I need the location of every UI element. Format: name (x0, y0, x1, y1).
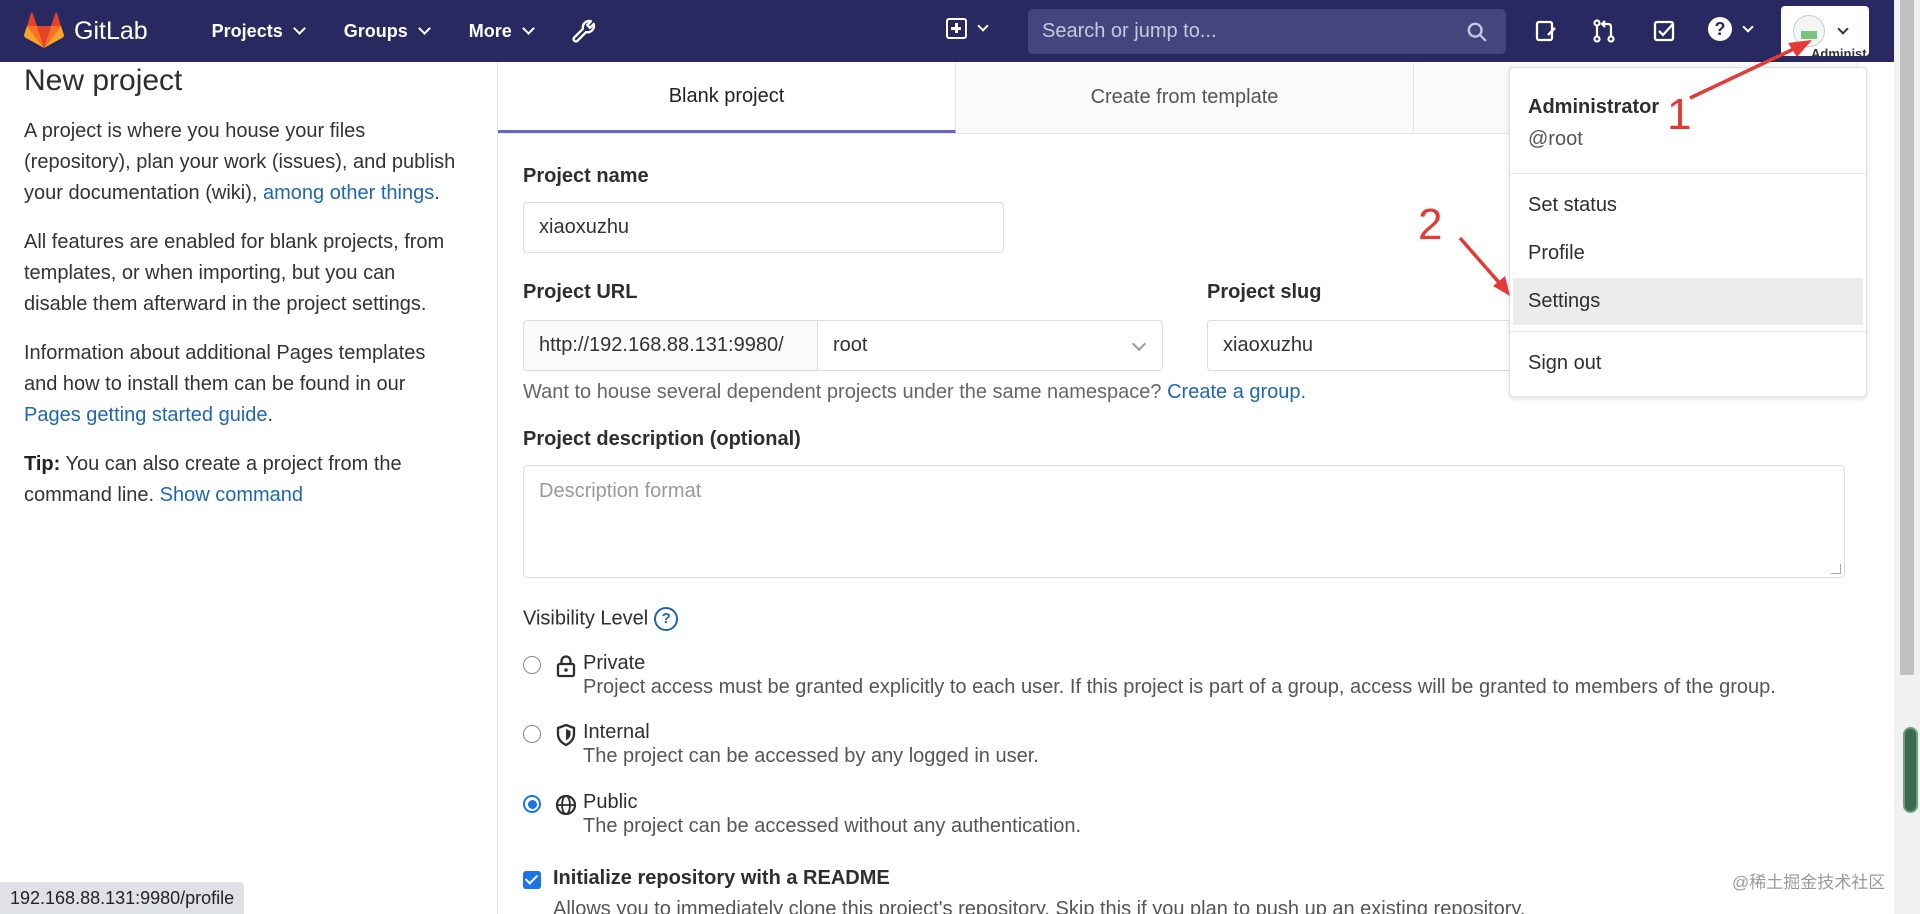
readme-label: Initialize repository with a README (553, 867, 890, 889)
group-hint: Want to house several dependent projects… (523, 381, 1306, 404)
status-bar: 192.168.88.131:9980/profile (0, 882, 245, 914)
project-url-label: Project URL (523, 281, 638, 303)
search-placeholder: Search or jump to... (1042, 20, 1217, 42)
page-title: New project (24, 64, 183, 97)
internal-title: Internal (583, 721, 650, 743)
chevron-down-icon (977, 20, 989, 32)
merge-requests-icon[interactable] (1592, 19, 1616, 43)
issues-icon[interactable] (1534, 19, 1558, 43)
public-title: Public (583, 791, 638, 813)
scroll-widget[interactable] (1903, 727, 1918, 813)
public-description: The project can be accessed without any … (583, 815, 1082, 837)
pages-end: . (267, 404, 274, 426)
internal-description: The project can be accessed by any logge… (583, 745, 1039, 767)
private-description: Project access must be granted explicitl… (583, 676, 1776, 698)
plus-square-icon (946, 18, 967, 39)
user-menu-button[interactable]: Administ (1781, 6, 1869, 56)
project-name-input[interactable]: xiaoxuzhu (523, 202, 1004, 253)
dropdown-user-name: Administrator (1528, 96, 1660, 118)
dropdown-username: @root (1528, 128, 1583, 150)
internal-radio[interactable] (523, 725, 541, 743)
project-url-prefix: http://192.168.88.131:9980/ (523, 320, 818, 371)
new-project-info: New project A project is where you house… (24, 62, 464, 511)
help-menu[interactable]: ? (1708, 17, 1754, 41)
nav-more[interactable]: More (468, 20, 535, 42)
tab-blank-project[interactable]: Blank project (498, 62, 956, 133)
settings-item[interactable]: Settings (1513, 278, 1863, 325)
divider (1510, 173, 1866, 174)
public-radio[interactable] (523, 795, 541, 813)
pages-text: Information about additional Pages templ… (24, 342, 426, 395)
top-navbar: GitLab Projects Groups More Search or ju… (0, 0, 1894, 62)
private-radio[interactable] (523, 656, 541, 674)
nav-groups-label: Groups (343, 20, 408, 41)
readme-checkbox[interactable] (523, 871, 541, 889)
user-name-truncated: Administ (1811, 46, 1867, 56)
intro-end: . (434, 182, 440, 204)
description-placeholder: Description format (539, 480, 702, 502)
private-title: Private (583, 652, 646, 674)
chevron-down-icon (521, 22, 535, 35)
search-icon (1467, 22, 1487, 41)
todos-icon[interactable] (1652, 19, 1676, 43)
tip-paragraph: Tip: You can also create a project from … (24, 449, 464, 511)
group-hint-text: Want to house several dependent projects… (523, 381, 1168, 403)
chevron-down-icon (1131, 336, 1147, 352)
description-label: Project description (optional) (523, 428, 801, 450)
pages-guide-link[interactable]: Pages getting started guide (24, 404, 268, 426)
tip-label: Tip: (24, 453, 61, 475)
globe-icon (555, 794, 577, 816)
chevron-down-icon (1837, 22, 1849, 35)
project-slug-label: Project slug (1207, 281, 1322, 303)
new-item-button[interactable] (946, 18, 989, 39)
divider (1510, 331, 1866, 332)
brand-name: GitLab (74, 16, 148, 45)
project-name-label: Project name (523, 165, 649, 187)
among-other-things-link[interactable]: among other things (263, 182, 434, 204)
chevron-down-icon (417, 22, 431, 35)
create-group-link[interactable]: Create a group. (1167, 381, 1306, 403)
profile-item[interactable]: Profile (1513, 230, 1863, 277)
nav-projects-label: Projects (211, 20, 283, 41)
help-icon: ? (1708, 17, 1732, 41)
visibility-level-label: Visibility Level? (523, 607, 679, 631)
help-icon[interactable]: ? (654, 607, 679, 631)
visibility-label-text: Visibility Level (523, 607, 649, 630)
pages-paragraph: Information about additional Pages templ… (24, 338, 464, 431)
nav-groups[interactable]: Groups (343, 20, 431, 42)
nav-projects[interactable]: Projects (211, 20, 306, 42)
lock-icon (556, 655, 576, 678)
search-input[interactable]: Search or jump to... (1028, 9, 1506, 54)
set-status-item[interactable]: Set status (1513, 182, 1863, 229)
annotation-number-1: 1 (1667, 90, 1692, 139)
features-paragraph: All features are enabled for blank proje… (24, 231, 445, 315)
show-command-link[interactable]: Show command (160, 484, 303, 506)
scrollbar-thumb[interactable] (1900, 0, 1914, 675)
chevron-down-icon (1742, 20, 1754, 33)
resize-handle[interactable] (1831, 564, 1841, 574)
gitlab-logo[interactable]: GitLab (24, 12, 148, 50)
annotation-number-2: 2 (1418, 200, 1443, 249)
sign-out-item[interactable]: Sign out (1513, 340, 1863, 387)
watermark: @稀土掘金技术社区 (1732, 873, 1886, 892)
gitlab-fox-icon (24, 12, 64, 48)
shield-icon (556, 723, 576, 747)
intro-paragraph: A project is where you house your files … (24, 116, 464, 209)
description-textarea[interactable]: Description format (523, 465, 1845, 578)
tab-create-from-template[interactable]: Create from template (956, 62, 1414, 133)
namespace-select[interactable]: root (817, 320, 1163, 371)
readme-description: Allows you to immediately clone this pro… (553, 898, 1526, 914)
nav-more-label: More (468, 20, 512, 41)
avatar (1793, 15, 1825, 47)
chevron-down-icon (292, 22, 306, 35)
namespace-value: root (833, 334, 868, 356)
wrench-icon[interactable] (571, 18, 597, 44)
